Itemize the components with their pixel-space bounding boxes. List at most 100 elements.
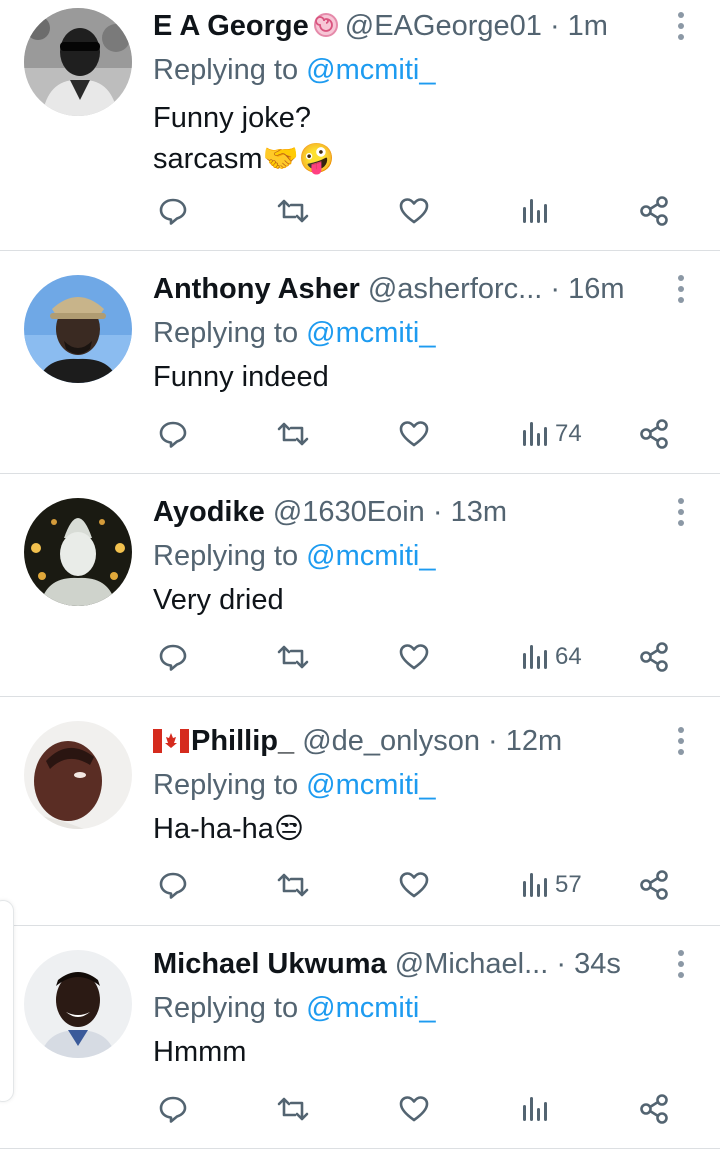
- view-count: 64: [555, 643, 582, 670]
- replying-to: Replying to @mcmiti_: [153, 50, 435, 90]
- share-button[interactable]: [638, 637, 670, 677]
- author-handle[interactable]: @Michael...: [395, 948, 549, 980]
- more-options-icon[interactable]: [674, 727, 688, 755]
- avatar[interactable]: [24, 721, 132, 829]
- reply-button[interactable]: [157, 637, 189, 677]
- tweet-text-line: Very dried: [153, 584, 284, 616]
- more-options-icon[interactable]: [674, 950, 688, 978]
- heart-icon: [399, 198, 429, 224]
- views-button[interactable]: [521, 191, 555, 231]
- share-icon: [640, 642, 668, 672]
- reply-button[interactable]: [157, 1089, 189, 1129]
- analytics-icon: [523, 873, 547, 897]
- tweet-header: E A George @EAGeorge01 · 1m: [153, 6, 673, 46]
- tweet-text-line: Ha-ha-ha😒: [153, 813, 305, 845]
- share-icon: [640, 1094, 668, 1124]
- timestamp[interactable]: · 13m: [433, 496, 507, 528]
- share-button[interactable]: [638, 865, 670, 905]
- lollipop-icon: [313, 9, 339, 49]
- like-button[interactable]: [398, 865, 430, 905]
- reply-icon: [159, 198, 187, 225]
- avatar-image: [24, 721, 132, 829]
- author-name[interactable]: Phillip_: [191, 725, 294, 757]
- avatar-image: [24, 8, 132, 116]
- mention-link[interactable]: @mcmiti_: [306, 317, 435, 349]
- retweet-button[interactable]: [275, 865, 311, 905]
- share-button[interactable]: [638, 191, 670, 231]
- avatar[interactable]: [24, 8, 132, 116]
- reply-icon: [159, 421, 187, 448]
- heart-icon: [399, 1096, 429, 1122]
- replying-to-label: Replying to: [153, 540, 307, 572]
- timestamp[interactable]: · 12m: [488, 725, 562, 757]
- heart-icon: [399, 644, 429, 670]
- mention-link[interactable]: @mcmiti_: [306, 992, 435, 1024]
- reply-button[interactable]: [157, 865, 189, 905]
- author-handle[interactable]: @1630Eoin: [273, 496, 425, 528]
- author-handle[interactable]: @de_onlyson: [302, 725, 480, 757]
- share-icon: [640, 419, 668, 449]
- share-button[interactable]: [638, 414, 670, 454]
- like-button[interactable]: [398, 637, 430, 677]
- avatar[interactable]: [24, 275, 132, 383]
- author-name[interactable]: Ayodike: [153, 496, 265, 528]
- timestamp[interactable]: · 34s: [556, 948, 620, 980]
- action-bar: [0, 191, 720, 231]
- more-options-icon[interactable]: [674, 12, 688, 40]
- like-button[interactable]: [398, 414, 430, 454]
- avatar[interactable]: [24, 950, 132, 1058]
- share-icon: [640, 196, 668, 226]
- mention-link[interactable]: @mcmiti_: [306, 540, 435, 572]
- replying-to-label: Replying to: [153, 992, 307, 1024]
- view-count: 74: [555, 420, 582, 447]
- retweet-button[interactable]: [275, 414, 311, 454]
- tweet-text-line: Funny joke?: [153, 102, 311, 134]
- more-options-icon[interactable]: [674, 275, 688, 303]
- tweet-header: Michael Ukwuma @Michael... · 34s: [153, 944, 673, 984]
- reply-icon: [159, 644, 187, 671]
- views-button[interactable]: 64: [521, 637, 582, 677]
- analytics-icon: [523, 645, 547, 669]
- retweet-button[interactable]: [275, 191, 311, 231]
- action-bar: [0, 1089, 720, 1129]
- mention-link[interactable]: @mcmiti_: [306, 769, 435, 801]
- tweet[interactable]: Ayodike @1630Eoin · 13m Replying to @mcm…: [0, 474, 720, 697]
- retweet-icon: [277, 873, 309, 897]
- tweet[interactable]: Phillip_ @de_onlyson · 12m Replying to @…: [0, 697, 720, 926]
- author-name[interactable]: E A George: [153, 10, 309, 42]
- author-name[interactable]: Michael Ukwuma: [153, 948, 387, 980]
- like-button[interactable]: [398, 191, 430, 231]
- views-button[interactable]: 74: [521, 414, 582, 454]
- author-name[interactable]: Anthony Asher: [153, 273, 360, 305]
- author-handle[interactable]: @EAGeorge01: [345, 10, 542, 42]
- views-button[interactable]: 57: [521, 865, 582, 905]
- retweet-button[interactable]: [275, 637, 311, 677]
- tweet-header: Anthony Asher @asherforc... · 16m: [153, 269, 673, 309]
- tweet-header: Ayodike @1630Eoin · 13m: [153, 492, 673, 532]
- author-handle[interactable]: @asherforc...: [368, 273, 543, 305]
- share-button[interactable]: [638, 1089, 670, 1129]
- retweet-icon: [277, 1097, 309, 1121]
- tweet[interactable]: Michael Ukwuma @Michael... · 34s Replyin…: [0, 926, 720, 1149]
- side-handle[interactable]: [0, 900, 14, 1102]
- views-button[interactable]: [521, 1089, 555, 1129]
- tweet[interactable]: E A George @EAGeorge01 · 1m Replying to @…: [0, 0, 720, 251]
- timestamp[interactable]: · 16m: [550, 273, 624, 305]
- tweet[interactable]: Anthony Asher @asherforc... · 16m Replyi…: [0, 251, 720, 474]
- retweet-icon: [277, 199, 309, 223]
- action-bar: 64: [0, 637, 720, 677]
- replying-to-label: Replying to: [153, 769, 307, 801]
- retweet-button[interactable]: [275, 1089, 311, 1129]
- reply-button[interactable]: [157, 414, 189, 454]
- retweet-icon: [277, 645, 309, 669]
- avatar[interactable]: [24, 498, 132, 606]
- avatar-image: [24, 275, 132, 383]
- more-options-icon[interactable]: [674, 498, 688, 526]
- mention-link[interactable]: @mcmiti_: [306, 54, 435, 86]
- replying-to-label: Replying to: [153, 317, 307, 349]
- timestamp[interactable]: · 1m: [550, 10, 608, 42]
- like-button[interactable]: [398, 1089, 430, 1129]
- avatar-image: [24, 498, 132, 606]
- tweet-text-line: Funny indeed: [153, 361, 329, 393]
- reply-button[interactable]: [157, 191, 189, 231]
